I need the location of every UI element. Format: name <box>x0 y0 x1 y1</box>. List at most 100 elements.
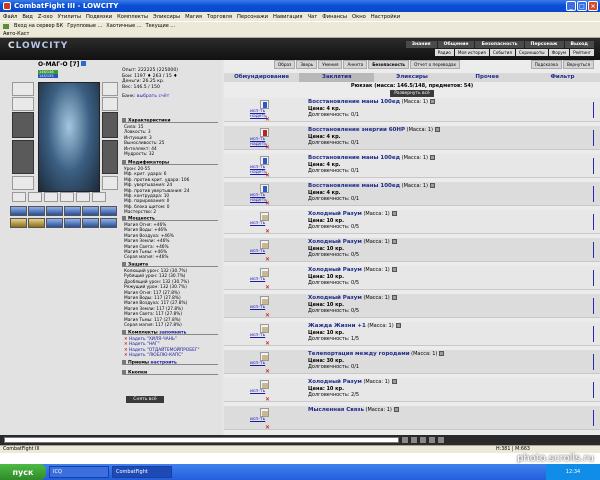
item-name[interactable]: Телепортация между городами (Масса: 1) <box>308 351 445 357</box>
set-link[interactable]: Надеть "НАГ" <box>129 342 160 347</box>
spell-slot[interactable] <box>100 218 117 228</box>
chat-input[interactable] <box>4 437 399 443</box>
use-item-link[interactable]: исп-ть <box>250 277 265 283</box>
delete-item-icon[interactable]: ✕ <box>265 369 270 375</box>
rune-slot[interactable] <box>12 192 26 202</box>
toolbar-button[interactable]: Образ <box>274 60 296 69</box>
use-item-link[interactable]: исп-ть <box>250 333 265 339</box>
menu-item[interactable]: Комплекты <box>117 14 148 20</box>
menu-item[interactable]: Магия <box>185 14 202 20</box>
use-item-link[interactable]: исп-ть <box>250 249 265 255</box>
delete-item-icon[interactable]: ✕ <box>265 397 270 403</box>
earring-slot[interactable] <box>12 97 34 111</box>
spell-slot[interactable] <box>64 218 81 228</box>
spell-slot[interactable] <box>28 218 45 228</box>
scroll-arrow-icon[interactable] <box>593 242 594 258</box>
links-item[interactable]: Текущие ... <box>146 23 176 29</box>
rune-slot[interactable] <box>60 192 74 202</box>
spell-slot[interactable] <box>10 206 27 216</box>
tab-1[interactable]: Заклятия <box>299 73 375 82</box>
sub-nav-item[interactable]: Моя история <box>454 49 489 56</box>
menu-item[interactable]: Окно <box>352 14 366 20</box>
top-nav-item[interactable]: Безопасность <box>475 41 524 48</box>
bank-select-link[interactable]: выбрать счёт <box>137 94 169 99</box>
delete-item-icon[interactable]: ✕ <box>265 425 270 431</box>
weapon-slot[interactable] <box>12 112 34 138</box>
item-name[interactable]: Восстановление энергии 60HP (Масса: 1) <box>308 127 440 133</box>
sub-nav-item[interactable]: Рейтинг <box>570 49 594 56</box>
unequip-all-button[interactable]: Снять всё <box>126 396 164 403</box>
delete-item-icon[interactable]: ✕ <box>265 229 270 235</box>
helmet-slot[interactable] <box>12 82 34 96</box>
scroll-arrow-icon[interactable] <box>593 102 594 118</box>
item-name[interactable]: Холодный Разум (Масса: 1) <box>308 379 397 385</box>
top-nav-item[interactable]: Общение <box>437 41 475 48</box>
scroll-arrow-icon[interactable] <box>593 326 594 342</box>
scroll-arrow-icon[interactable] <box>593 130 594 146</box>
chat-send-icon[interactable] <box>402 437 408 443</box>
taskbar-item[interactable]: CombatFight <box>112 466 172 478</box>
links-item[interactable]: Хаотичные ... <box>106 23 141 29</box>
scroll-arrow-icon[interactable] <box>593 382 594 398</box>
gloves-slot[interactable] <box>102 82 118 96</box>
item-name[interactable]: Холодный Разум (Масса: 1) <box>308 239 397 245</box>
spell-slot[interactable] <box>100 206 117 216</box>
item-name[interactable]: Холодный Разум (Масса: 1) <box>308 267 397 273</box>
toolbar-button[interactable]: Зверь <box>296 60 318 69</box>
rune-slot[interactable] <box>76 192 90 202</box>
configure-link[interactable]: настроить <box>151 361 177 366</box>
spell-slot[interactable] <box>28 206 45 216</box>
sub-nav-item[interactable]: Радио <box>434 49 454 56</box>
spell-slot[interactable] <box>10 218 27 228</box>
sub-nav-item[interactable]: События <box>489 49 515 56</box>
spell-slot[interactable] <box>82 218 99 228</box>
section-characteristics[interactable]: Характеристики <box>122 118 218 124</box>
server-link[interactable]: Вход на сервер БК <box>14 23 63 29</box>
minimize-button[interactable]: _ <box>566 1 576 11</box>
menu-item[interactable]: Чат <box>307 14 317 20</box>
section-modifiers[interactable]: Модификаторы <box>122 160 218 166</box>
scroll-arrow-icon[interactable] <box>593 410 594 426</box>
use-item-link[interactable]: исп-ть <box>250 305 265 311</box>
delete-item-icon[interactable]: ✕ <box>265 257 270 263</box>
menu-item[interactable]: Финансы <box>322 14 347 20</box>
menu-item[interactable]: Навигация <box>273 14 302 20</box>
spell-slot[interactable] <box>46 206 63 216</box>
use-item-link[interactable]: исп-ть <box>250 221 265 227</box>
rune-slot[interactable] <box>28 192 42 202</box>
use-item-link[interactable]: исп-ть <box>250 417 265 423</box>
close-button[interactable]: × <box>588 1 598 11</box>
tab-2[interactable]: Эликсиры <box>374 73 449 82</box>
expand-all-button[interactable]: Развернуть всё <box>390 90 434 97</box>
rune-slot[interactable] <box>44 192 58 202</box>
section-defense[interactable]: Защита <box>122 262 218 268</box>
scroll-arrow-icon[interactable] <box>593 354 594 370</box>
scroll-arrow-icon[interactable] <box>593 214 594 230</box>
delete-item-icon[interactable]: ✕ <box>265 341 270 347</box>
sub-nav-item[interactable]: Скриншоты <box>515 49 548 56</box>
toolbar-button[interactable]: Вернуться <box>562 60 594 69</box>
use-item-link[interactable]: исп-ть <box>250 389 265 395</box>
item-name[interactable]: Холодный Разум (Масса: 1) <box>308 211 397 217</box>
delete-item-icon[interactable]: ✕ <box>265 145 270 151</box>
item-name[interactable]: Восстановление маны 100ед (Масса: 1) <box>308 183 435 189</box>
autocast-label[interactable]: Авто-Каст <box>3 31 29 37</box>
top-nav-item[interactable]: Выход <box>564 41 594 48</box>
scroll-arrow-icon[interactable] <box>593 298 594 314</box>
set-item[interactable]: ✕ Надеть "ЛЮБЛЮ-КАПС" <box>124 353 220 358</box>
section-buttons[interactable]: Кнопки <box>122 370 218 376</box>
toolbar-button[interactable]: Анкета <box>343 60 368 69</box>
menu-item[interactable]: Настройки <box>371 14 400 20</box>
delete-item-icon[interactable]: ✕ <box>265 117 270 123</box>
chat-filter-icon[interactable] <box>420 437 426 443</box>
tab-4[interactable]: Фильтр <box>525 73 600 82</box>
item-name[interactable]: Мысленная Связь (Масса: 1) <box>308 407 399 413</box>
delete-item-icon[interactable]: ✕ <box>265 201 270 207</box>
menu-item[interactable]: Утилиты <box>58 14 81 20</box>
toolbar-button[interactable]: Умения <box>318 60 343 69</box>
info-icon[interactable] <box>81 61 87 66</box>
toolbar-button[interactable]: Отчет о переводах <box>410 60 461 69</box>
delete-item-icon[interactable]: ✕ <box>265 285 270 291</box>
belt-slot[interactable] <box>12 176 34 190</box>
rune-slot[interactable] <box>92 192 106 202</box>
